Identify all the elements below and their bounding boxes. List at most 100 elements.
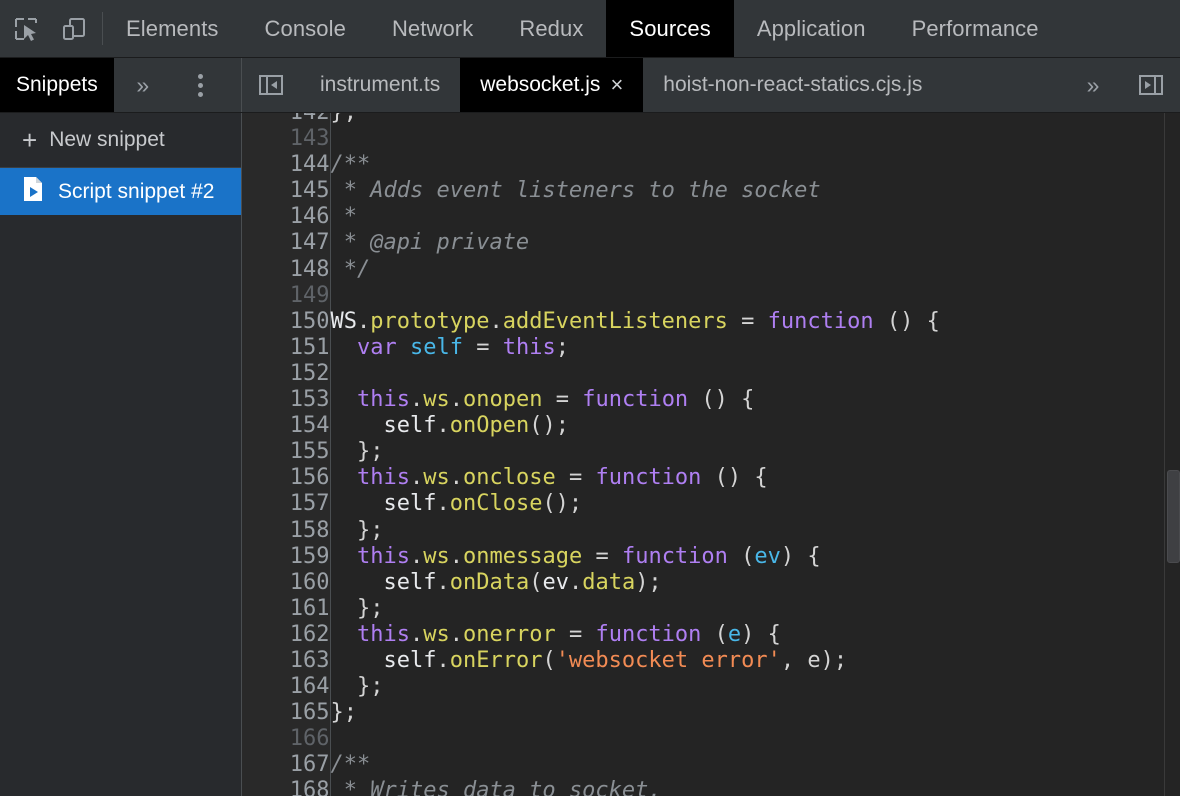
navigator-menu-icon[interactable] xyxy=(172,58,230,112)
line-number[interactable]: 143 xyxy=(242,126,331,153)
code-line-content[interactable]: var self = this; xyxy=(330,335,1180,361)
line-number[interactable]: 144 xyxy=(242,152,331,179)
code-line-content[interactable] xyxy=(330,126,1180,152)
code-line-content[interactable]: }; xyxy=(330,674,1180,700)
line-number[interactable]: 154 xyxy=(242,413,331,440)
tab-console[interactable]: Console xyxy=(242,0,369,57)
code-line-content[interactable]: this.ws.onmessage = function (ev) { xyxy=(330,544,1180,570)
tab-performance[interactable]: Performance xyxy=(889,0,1062,57)
code-line-content[interactable]: this.ws.onopen = function () { xyxy=(330,387,1180,413)
code-token: ws xyxy=(423,465,450,491)
new-snippet-button[interactable]: + New snippet xyxy=(0,113,241,168)
editor-vertical-scrollbar[interactable] xyxy=(1164,113,1180,796)
line-number[interactable]: 161 xyxy=(242,595,331,622)
code-line-content[interactable]: self.onError('websocket error', e); xyxy=(330,648,1180,674)
code-line-content[interactable]: }; xyxy=(330,518,1180,544)
code-line-content[interactable]: this.ws.onerror = function (e) { xyxy=(330,622,1180,648)
line-number[interactable]: 160 xyxy=(242,569,331,596)
line-number[interactable]: 158 xyxy=(242,517,331,544)
sources-sub-bar: Snippets » instrument.ts websocket.js × … xyxy=(0,58,1180,113)
code-line-content[interactable]: /** xyxy=(330,752,1180,778)
line-number[interactable]: 152 xyxy=(242,360,331,388)
nav-more-tabs-icon[interactable]: » xyxy=(114,58,172,112)
code-token: . xyxy=(449,543,463,569)
code-line-content[interactable]: * Adds event listeners to the socket xyxy=(330,178,1180,204)
line-number[interactable]: 166 xyxy=(242,726,331,753)
line-number[interactable]: 167 xyxy=(242,752,331,779)
code-line-content[interactable]: self.onClose(); xyxy=(330,491,1180,517)
code-line-content[interactable]: * Writes data to socket. xyxy=(330,778,1180,796)
code-line-content[interactable]: * @api private xyxy=(330,230,1180,256)
line-number[interactable]: 165 xyxy=(242,700,331,727)
tab-network[interactable]: Network xyxy=(369,0,496,57)
nav-tab-snippets-label: Snippets xyxy=(16,73,98,96)
code-token: e xyxy=(727,621,742,647)
code-token: . xyxy=(409,621,424,647)
code-token: ws xyxy=(423,543,450,569)
line-number[interactable]: 159 xyxy=(242,543,331,570)
line-number[interactable]: 164 xyxy=(242,674,331,701)
code-line-content[interactable]: self.onOpen(); xyxy=(330,413,1180,439)
line-number[interactable]: 162 xyxy=(242,621,331,648)
show-debugger-icon[interactable] xyxy=(1122,58,1180,112)
code-line-content[interactable]: this.ws.onclose = function () { xyxy=(330,465,1180,491)
file-tab-bar: instrument.ts websocket.js × hoist-non-r… xyxy=(242,58,1180,112)
line-number[interactable]: 151 xyxy=(242,334,331,361)
file-more-tabs-icon[interactable]: » xyxy=(1064,58,1122,112)
tab-sources[interactable]: Sources xyxy=(606,0,734,57)
code-token: . xyxy=(409,387,424,413)
code-line-content[interactable]: }; xyxy=(330,596,1180,622)
inspect-element-icon[interactable] xyxy=(8,11,44,47)
line-number[interactable]: 150 xyxy=(242,308,331,335)
file-tab-instrument-ts[interactable]: instrument.ts xyxy=(300,58,460,112)
code-line: 155 }; xyxy=(242,439,1180,466)
line-number[interactable]: 153 xyxy=(242,387,331,414)
line-number[interactable]: 163 xyxy=(242,647,331,675)
code-scroll-area[interactable]: 142};143 144/**145 * Adds event listener… xyxy=(242,113,1180,796)
line-number[interactable]: 145 xyxy=(242,178,331,205)
tab-elements[interactable]: Elements xyxy=(103,0,242,57)
code-lines: 142};143 144/**145 * Adds event listener… xyxy=(242,113,1180,796)
file-tab-websocket-js[interactable]: websocket.js × xyxy=(460,58,644,112)
scrollbar-thumb[interactable] xyxy=(1167,470,1180,563)
file-more-tabs-label: » xyxy=(1086,71,1100,98)
line-number[interactable]: 168 xyxy=(242,778,331,796)
code-line-content[interactable]: */ xyxy=(330,257,1180,283)
tab-redux[interactable]: Redux xyxy=(496,0,606,57)
snippet-list-item-script-snippet-2[interactable]: Script snippet #2 xyxy=(0,168,241,215)
device-toolbar-icon[interactable] xyxy=(56,11,92,47)
line-number[interactable]: 147 xyxy=(242,230,331,257)
code-line-content[interactable] xyxy=(330,361,1180,387)
code-line-content[interactable]: self.onData(ev.data); xyxy=(330,570,1180,596)
line-number[interactable]: 157 xyxy=(242,491,331,518)
code-line-content[interactable]: WS.prototype.addEventListeners = functio… xyxy=(330,309,1180,335)
code-line: 161 }; xyxy=(242,595,1180,622)
code-token: WS xyxy=(330,308,358,334)
devtools-window: Elements Console Network Redux Sources A… xyxy=(0,0,1180,796)
code-line-content[interactable]: }; xyxy=(330,439,1180,465)
code-line: 162 this.ws.onerror = function (e) { xyxy=(242,621,1180,648)
code-editor[interactable]: 142};143 144/**145 * Adds event listener… xyxy=(242,113,1180,796)
code-line: 166 xyxy=(242,726,1180,753)
close-icon[interactable]: × xyxy=(610,74,623,96)
line-number[interactable]: 142 xyxy=(242,113,331,127)
code-line-content[interactable]: /** xyxy=(330,152,1180,178)
code-line-content[interactable]: * xyxy=(330,204,1180,230)
line-number[interactable]: 156 xyxy=(242,465,331,492)
code-line-content[interactable] xyxy=(330,726,1180,752)
line-number[interactable]: 155 xyxy=(242,439,331,466)
code-token: . xyxy=(489,308,503,334)
code-token: onclose xyxy=(462,465,556,491)
code-line-content[interactable]: }; xyxy=(330,113,1180,126)
code-line-content[interactable]: }; xyxy=(330,700,1180,726)
hide-navigator-icon[interactable] xyxy=(242,58,300,112)
line-number[interactable]: 149 xyxy=(242,282,331,309)
code-line-content[interactable] xyxy=(330,283,1180,309)
line-number[interactable]: 146 xyxy=(242,204,331,231)
nav-tab-snippets[interactable]: Snippets xyxy=(0,58,114,112)
toolbar-icon-group xyxy=(0,0,102,57)
line-number[interactable]: 148 xyxy=(242,256,331,283)
file-tab-hoist-non-react-statics[interactable]: hoist-non-react-statics.cjs.js xyxy=(643,58,942,112)
code-token: = xyxy=(555,621,596,647)
tab-application[interactable]: Application xyxy=(734,0,889,57)
